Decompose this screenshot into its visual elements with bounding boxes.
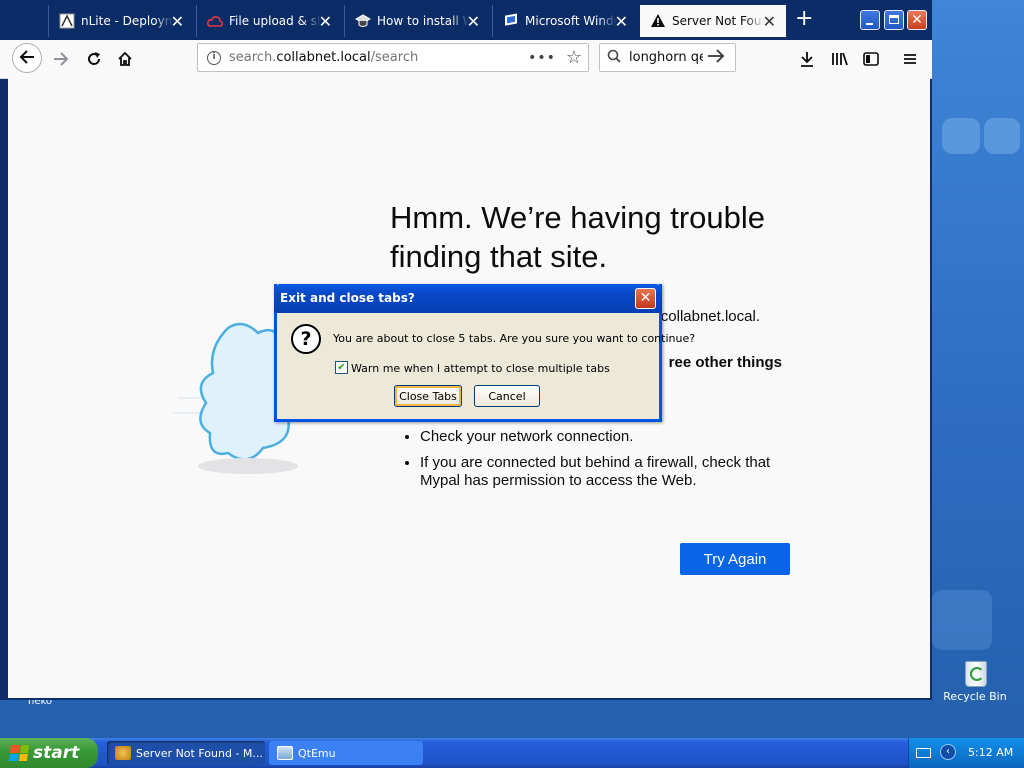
warn-checkbox[interactable]: ✔ — [335, 361, 348, 374]
library-icon — [832, 52, 848, 66]
suggestion-list: Check your network connection. If you ar… — [404, 428, 800, 498]
qtemu-app-icon — [277, 746, 293, 760]
close-tabs-button[interactable]: Close Tabs — [394, 385, 462, 407]
list-item: Check your network connection. — [420, 428, 800, 446]
recycle-bin-icon — [960, 655, 990, 687]
close-tab-icon[interactable]: ✕ — [615, 12, 628, 31]
reload-button[interactable] — [81, 47, 107, 71]
tab-label: Server Not Found — [672, 14, 764, 28]
search-go-icon[interactable] — [707, 48, 725, 68]
tab-label: How to install Windows — [377, 14, 469, 28]
start-label: start — [33, 743, 80, 763]
warn-checkbox-label[interactable]: Warn me when I attempt to close multiple… — [351, 362, 610, 375]
tab-bar: nLite - Deployment ✕ File upload & shari… — [0, 0, 932, 40]
hat-icon — [355, 13, 371, 29]
search-bar[interactable]: longhorn qemu — [599, 43, 736, 72]
tab-microsoft-windows[interactable]: Microsoft Windows ✕ — [492, 5, 638, 37]
start-button[interactable]: start — [0, 738, 98, 768]
recycle-bin-desktop-icon[interactable]: Recycle Bin — [940, 655, 1010, 703]
hamburger-menu-icon — [904, 54, 916, 64]
exit-close-tabs-dialog: Exit and close tabs? ✕ ? You are about t… — [274, 284, 695, 422]
list-item: If you are connected but behind a firewa… — [420, 454, 800, 490]
downloads-button[interactable] — [795, 48, 819, 70]
forward-arrow-icon — [54, 52, 69, 66]
cloud-icon — [207, 13, 223, 29]
dialog-title: Exit and close tabs? — [280, 291, 415, 305]
back-button[interactable] — [12, 43, 42, 73]
sidebar-icon — [863, 52, 879, 66]
error-title: Hmm. We’re having trouble finding that s… — [390, 200, 766, 274]
sidebar-button[interactable] — [859, 48, 883, 70]
tab-file-upload[interactable]: File upload & sharing ✕ — [196, 5, 342, 37]
nav-toolbar: i search.collabnet.local/search ••• ☆ lo… — [0, 40, 932, 79]
keyboard-icon[interactable] — [916, 748, 931, 758]
search-input[interactable]: longhorn qemu — [629, 50, 703, 65]
home-button[interactable] — [112, 47, 138, 71]
tab-label: Microsoft Windows — [525, 14, 617, 28]
new-tab-button[interactable]: + — [795, 8, 813, 30]
desktop-decoration — [984, 118, 1020, 154]
bookmark-star-icon[interactable]: ☆ — [566, 47, 582, 68]
tab-nlite[interactable]: nLite - Deployment ✕ — [48, 5, 194, 37]
close-tab-icon[interactable]: ✕ — [319, 12, 332, 31]
clock[interactable]: 5:12 AM — [968, 746, 1013, 759]
page-actions-icon[interactable]: ••• — [528, 50, 556, 66]
url-text[interactable]: search.collabnet.local/search — [229, 50, 528, 65]
minimize-button[interactable] — [860, 10, 880, 30]
show-hidden-icons-button[interactable]: ‹ — [940, 744, 956, 760]
taskbar-item-label: Server Not Found - M... — [136, 746, 263, 760]
tab-how-to-install[interactable]: How to install Windows ✕ — [344, 5, 490, 37]
taskbar-item-label: QtEmu — [298, 746, 336, 760]
tab-label: nLite - Deployment — [81, 14, 173, 28]
window-close-button[interactable]: ✕ — [907, 10, 927, 30]
close-tab-icon[interactable]: ✕ — [467, 12, 480, 31]
download-icon — [801, 52, 813, 67]
url-bar[interactable]: i search.collabnet.local/search ••• ☆ — [197, 43, 589, 72]
info-icon[interactable]: i — [207, 50, 221, 65]
dialog-message: You are about to close 5 tabs. Are you s… — [333, 332, 696, 345]
try-again-button[interactable]: Try Again — [680, 543, 790, 575]
maximize-button[interactable] — [884, 10, 904, 30]
home-icon — [118, 51, 132, 66]
warning-icon — [650, 13, 666, 29]
desktop-decoration — [942, 118, 980, 154]
cancel-button[interactable]: Cancel — [474, 385, 540, 407]
close-tab-icon[interactable]: ✕ — [763, 12, 776, 31]
browser-app-icon — [115, 746, 131, 760]
library-button[interactable] — [828, 48, 852, 70]
windows-flag-icon — [8, 745, 30, 761]
taskbar-item-browser[interactable]: Server Not Found - M... — [107, 741, 265, 765]
desktop-decoration — [932, 590, 992, 650]
reload-icon — [88, 52, 101, 65]
nlite-icon — [59, 13, 75, 29]
tab-label: File upload & sharing — [229, 14, 321, 28]
windows-icon — [503, 13, 519, 29]
close-tab-icon[interactable]: ✕ — [171, 12, 184, 31]
taskbar-item-qtemu[interactable]: QtEmu — [269, 741, 423, 765]
menu-button[interactable] — [898, 48, 922, 70]
dialog-close-button[interactable]: ✕ — [635, 288, 656, 309]
taskbar: start Server Not Found - M... QtEmu ‹ 5:… — [0, 738, 1024, 768]
question-icon: ? — [291, 324, 321, 354]
dialog-title-bar[interactable]: Exit and close tabs? ✕ — [274, 284, 662, 313]
system-tray: ‹ 5:12 AM — [908, 738, 1024, 768]
back-arrow-icon — [19, 48, 35, 69]
recycle-bin-label: Recycle Bin — [943, 690, 1007, 703]
forward-button[interactable] — [48, 47, 74, 71]
search-icon — [607, 49, 621, 67]
tab-server-not-found[interactable]: Server Not Found ✕ — [640, 5, 786, 37]
